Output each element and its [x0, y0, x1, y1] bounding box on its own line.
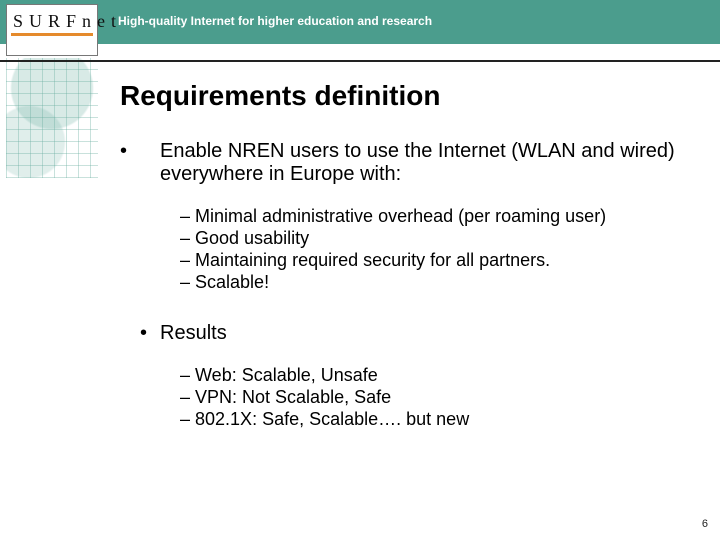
bullet-1-subitems: – Minimal administrative overhead (per r…: [120, 206, 690, 293]
subitem-text: VPN: Not Scalable, Safe: [195, 387, 391, 407]
tagline: High-quality Internet for higher educati…: [118, 14, 432, 28]
bullet-dot-icon: •: [140, 322, 160, 345]
bullet-dot-icon: •: [140, 140, 160, 163]
content: •Enable NREN users to use the Internet (…: [120, 140, 690, 431]
subitem-text: Good usability: [195, 228, 309, 248]
bullet-1-text: Enable NREN users to use the Internet (W…: [160, 140, 675, 185]
bullet-1: •Enable NREN users to use the Internet (…: [120, 140, 690, 186]
subitem-text: Scalable!: [195, 272, 269, 292]
subitem-text: Minimal administrative overhead (per roa…: [195, 206, 606, 226]
subitem: – VPN: Not Scalable, Safe: [180, 387, 690, 408]
subitem-text: 802.1X: Safe, Scalable…. but new: [195, 409, 469, 429]
logo: SURFnet: [6, 4, 98, 56]
subitem: – Maintaining required security for all …: [180, 250, 690, 271]
slide-title: Requirements definition: [120, 80, 440, 112]
logo-underline: [11, 33, 93, 36]
bullet-2-subitems: – Web: Scalable, Unsafe – VPN: Not Scala…: [120, 365, 690, 430]
subitem-text: Maintaining required security for all pa…: [195, 250, 550, 270]
subitem: – Good usability: [180, 228, 690, 249]
subitem: – Web: Scalable, Unsafe: [180, 365, 690, 386]
logo-grid-graphic: [6, 58, 98, 178]
subitem: – 802.1X: Safe, Scalable…. but new: [180, 409, 690, 430]
slide: High-quality Internet for higher educati…: [0, 0, 720, 540]
logo-text: SURFnet: [7, 11, 97, 32]
subitem: – Scalable!: [180, 272, 690, 293]
bullet-2-text: Results: [160, 322, 227, 344]
divider: [0, 60, 720, 62]
bullet-2: •Results: [120, 322, 690, 345]
subitem-text: Web: Scalable, Unsafe: [195, 365, 378, 385]
page-number: 6: [702, 518, 708, 530]
subitem: – Minimal administrative overhead (per r…: [180, 206, 690, 227]
